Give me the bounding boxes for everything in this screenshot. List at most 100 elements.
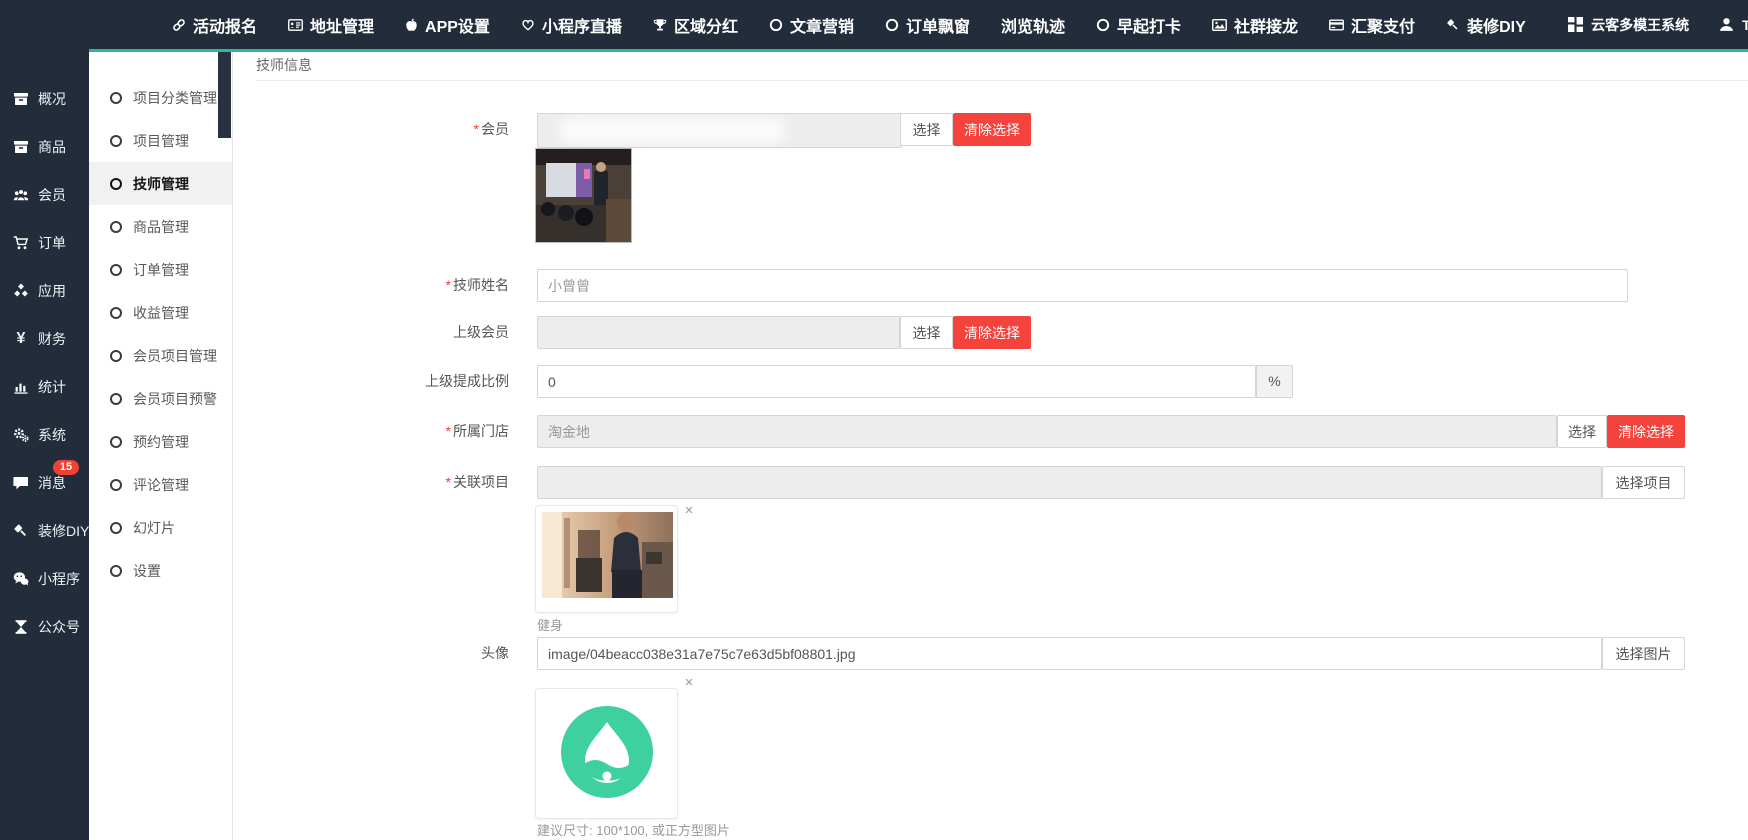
sidebar-item-orders[interactable]: 订单 (0, 219, 89, 267)
member-input[interactable] (537, 113, 902, 148)
trophy-icon (653, 18, 667, 32)
wechat-icon (13, 571, 29, 587)
sidebar-item-statistics[interactable]: 统计 (0, 363, 89, 411)
submenu-panel: 项目分类管理 项目管理 技师管理 商品管理 订单管理 收益管理 会员项目管理 会… (89, 52, 233, 840)
gavel-icon (1446, 18, 1460, 32)
member-photo[interactable] (535, 148, 632, 243)
nav-item-decorate-diy[interactable]: 装修DIY (1446, 13, 1526, 37)
circle-icon (110, 436, 122, 448)
circle-icon (769, 18, 783, 32)
nav-item-address-manage[interactable]: 地址管理 (288, 13, 374, 37)
nav-item-order-popup[interactable]: 订单飘窗 (885, 13, 970, 37)
avatar-select-button[interactable]: 选择图片 (1602, 637, 1685, 670)
sidebar-item-system[interactable]: 系统 (0, 411, 89, 459)
project-input[interactable] (537, 466, 1602, 499)
form-row-parent: 上级会员 选择 清除选择 (234, 316, 1748, 349)
submenu-item-technician-manage[interactable]: 技师管理 (89, 162, 232, 205)
top-navbar: 活动报名 地址管理 APP设置 小程序直播 区域分红 文章营销 (0, 0, 1748, 49)
nav-item-activity-signup[interactable]: 活动报名 (172, 13, 257, 37)
sidebar-item-goods[interactable]: 商品 (0, 123, 89, 171)
store-select-button[interactable]: 选择 (1557, 415, 1607, 448)
form-row-store: *所属门店 选择 清除选择 (234, 415, 1748, 448)
submenu-item-review-manage[interactable]: 评论管理 (89, 463, 232, 506)
circle-icon (110, 479, 122, 491)
form-row-name: *技师姓名 (234, 269, 1748, 302)
submenu-item-slideshow[interactable]: 幻灯片 (89, 506, 232, 549)
submenu-item-project-category[interactable]: 项目分类管理 (89, 76, 232, 119)
nav-item-early-checkin[interactable]: 早起打卡 (1096, 13, 1181, 37)
avatar-image-card[interactable] (535, 688, 678, 819)
cart-icon (13, 235, 29, 251)
user-menu[interactable]: TX (1719, 17, 1748, 33)
sidebar-item-finance[interactable]: ¥ 财务 (0, 315, 89, 363)
remove-project-image-icon[interactable]: × (682, 504, 696, 518)
nav-item-region-bonus[interactable]: 区域分红 (653, 13, 738, 37)
messages-badge: 15 (53, 460, 79, 475)
project-image-caption: 健身 (537, 615, 563, 634)
hourglass-icon (13, 619, 29, 635)
heart-icon (521, 18, 535, 31)
submenu-item-member-project-alert[interactable]: 会员项目预警 (89, 377, 232, 420)
nav-item-app-settings[interactable]: APP设置 (405, 13, 490, 37)
project-image-card[interactable] (535, 505, 678, 613)
submenu-item-settings[interactable]: 设置 (89, 549, 232, 592)
nav-item-group-relay[interactable]: 社群接龙 (1212, 13, 1298, 37)
remove-avatar-image-icon[interactable]: × (682, 676, 696, 690)
sidebar-item-decorate-diy[interactable]: 装修DIY (0, 507, 89, 555)
submenu-item-project-manage[interactable]: 项目管理 (89, 119, 232, 162)
avatar-label: 头像 (234, 637, 509, 670)
store-input[interactable] (537, 415, 1557, 448)
box-icon (13, 139, 29, 155)
avatar-input[interactable] (537, 637, 1602, 670)
circle-icon (1096, 18, 1110, 32)
circle-icon (110, 522, 122, 534)
circle-icon (110, 92, 122, 104)
form-row-project: *关联项目 选择项目 (234, 466, 1748, 499)
member-clear-button[interactable]: 清除选择 (953, 113, 1031, 146)
parent-select-button[interactable]: 选择 (900, 316, 953, 349)
nav-item-browse-track[interactable]: 浏览轨迹 (1001, 13, 1065, 37)
sidebar-item-miniprogram[interactable]: 小程序 (0, 555, 89, 603)
name-input[interactable] (537, 269, 1628, 302)
yen-icon: ¥ (13, 330, 29, 348)
submenu-item-income-manage[interactable]: 收益管理 (89, 291, 232, 334)
brand-label: 云客多模王系统 (1591, 15, 1689, 35)
gears-icon (13, 427, 29, 443)
project-label: *关联项目 (234, 466, 509, 499)
avatar-hint: 建议尺寸: 100*100, 或正方型图片 (537, 820, 730, 839)
ratio-input[interactable] (537, 365, 1256, 398)
sidebar-item-messages[interactable]: 消息 15 (0, 459, 89, 507)
image-icon (1212, 18, 1227, 32)
comment-icon (13, 475, 29, 491)
submenu-item-order-manage[interactable]: 订单管理 (89, 248, 232, 291)
member-select-button[interactable]: 选择 (900, 113, 953, 146)
sidebar-item-official-account[interactable]: 公众号 (0, 603, 89, 651)
circle-icon (110, 307, 122, 319)
brand-menu[interactable]: 云客多模王系统 (1568, 15, 1689, 35)
form-row-ratio: 上级提成比例 % (234, 365, 1748, 398)
submenu-scrollbar[interactable] (218, 52, 231, 138)
app-window: 活动报名 地址管理 APP设置 小程序直播 区域分红 文章营销 (0, 0, 1748, 840)
cubes-icon (13, 283, 29, 299)
parent-input[interactable] (537, 316, 900, 349)
submenu-item-member-project-manage[interactable]: 会员项目管理 (89, 334, 232, 377)
nav-item-article-marketing[interactable]: 文章营销 (769, 13, 854, 37)
sidebar-item-overview[interactable]: 概况 (0, 75, 89, 123)
bar-chart-icon (13, 379, 29, 395)
archive-icon (13, 91, 29, 107)
sidebar-item-members[interactable]: 会员 (0, 171, 89, 219)
parent-clear-button[interactable]: 清除选择 (953, 316, 1031, 349)
submenu-item-goods-manage[interactable]: 商品管理 (89, 205, 232, 248)
top-nav-right: 云客多模王系统 TX (1568, 0, 1748, 49)
link-icon (172, 18, 186, 32)
sidebar-item-apps[interactable]: 应用 (0, 267, 89, 315)
circle-icon (110, 565, 122, 577)
nav-item-huiju-pay[interactable]: 汇聚支付 (1329, 13, 1415, 37)
form-row-member: *会员 选择 清除选择 (234, 113, 1748, 146)
member-label: *会员 (234, 113, 509, 146)
store-clear-button[interactable]: 清除选择 (1607, 415, 1685, 448)
nav-item-miniprogram-live[interactable]: 小程序直播 (521, 13, 622, 37)
circle-icon (110, 350, 122, 362)
submenu-item-booking-manage[interactable]: 预约管理 (89, 420, 232, 463)
project-select-button[interactable]: 选择项目 (1602, 466, 1685, 499)
